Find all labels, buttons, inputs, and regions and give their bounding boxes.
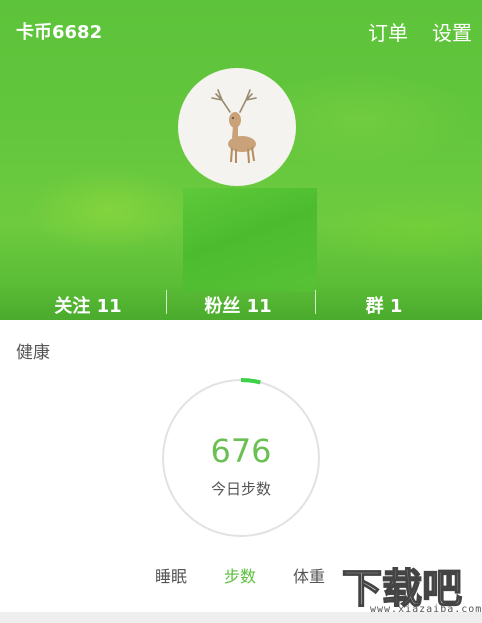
steps-count: 676 bbox=[210, 432, 272, 470]
coin-balance[interactable]: 卡币6682 bbox=[16, 18, 102, 44]
settings-link[interactable]: 设置 bbox=[432, 17, 472, 46]
groups-count[interactable]: 群 1 bbox=[304, 292, 464, 318]
deer-icon bbox=[211, 89, 257, 164]
fans-count[interactable]: 粉丝 11 bbox=[158, 292, 318, 318]
steps-caption: 今日步数 bbox=[210, 480, 271, 498]
tab-sleep[interactable]: 睡眠 bbox=[155, 563, 187, 587]
tab-steps[interactable]: 步数 bbox=[224, 563, 256, 587]
bottom-strip bbox=[0, 612, 482, 623]
avatar[interactable] bbox=[178, 68, 296, 186]
following-count[interactable]: 关注 11 bbox=[8, 292, 168, 318]
watermark-logo: 下载吧 www.xiazaiba.com bbox=[341, 556, 481, 618]
health-section-title: 健康 bbox=[16, 343, 50, 363]
tab-weight[interactable]: 体重 bbox=[293, 563, 325, 587]
username-redacted bbox=[183, 188, 317, 292]
orders-link[interactable]: 订单 bbox=[368, 17, 408, 46]
